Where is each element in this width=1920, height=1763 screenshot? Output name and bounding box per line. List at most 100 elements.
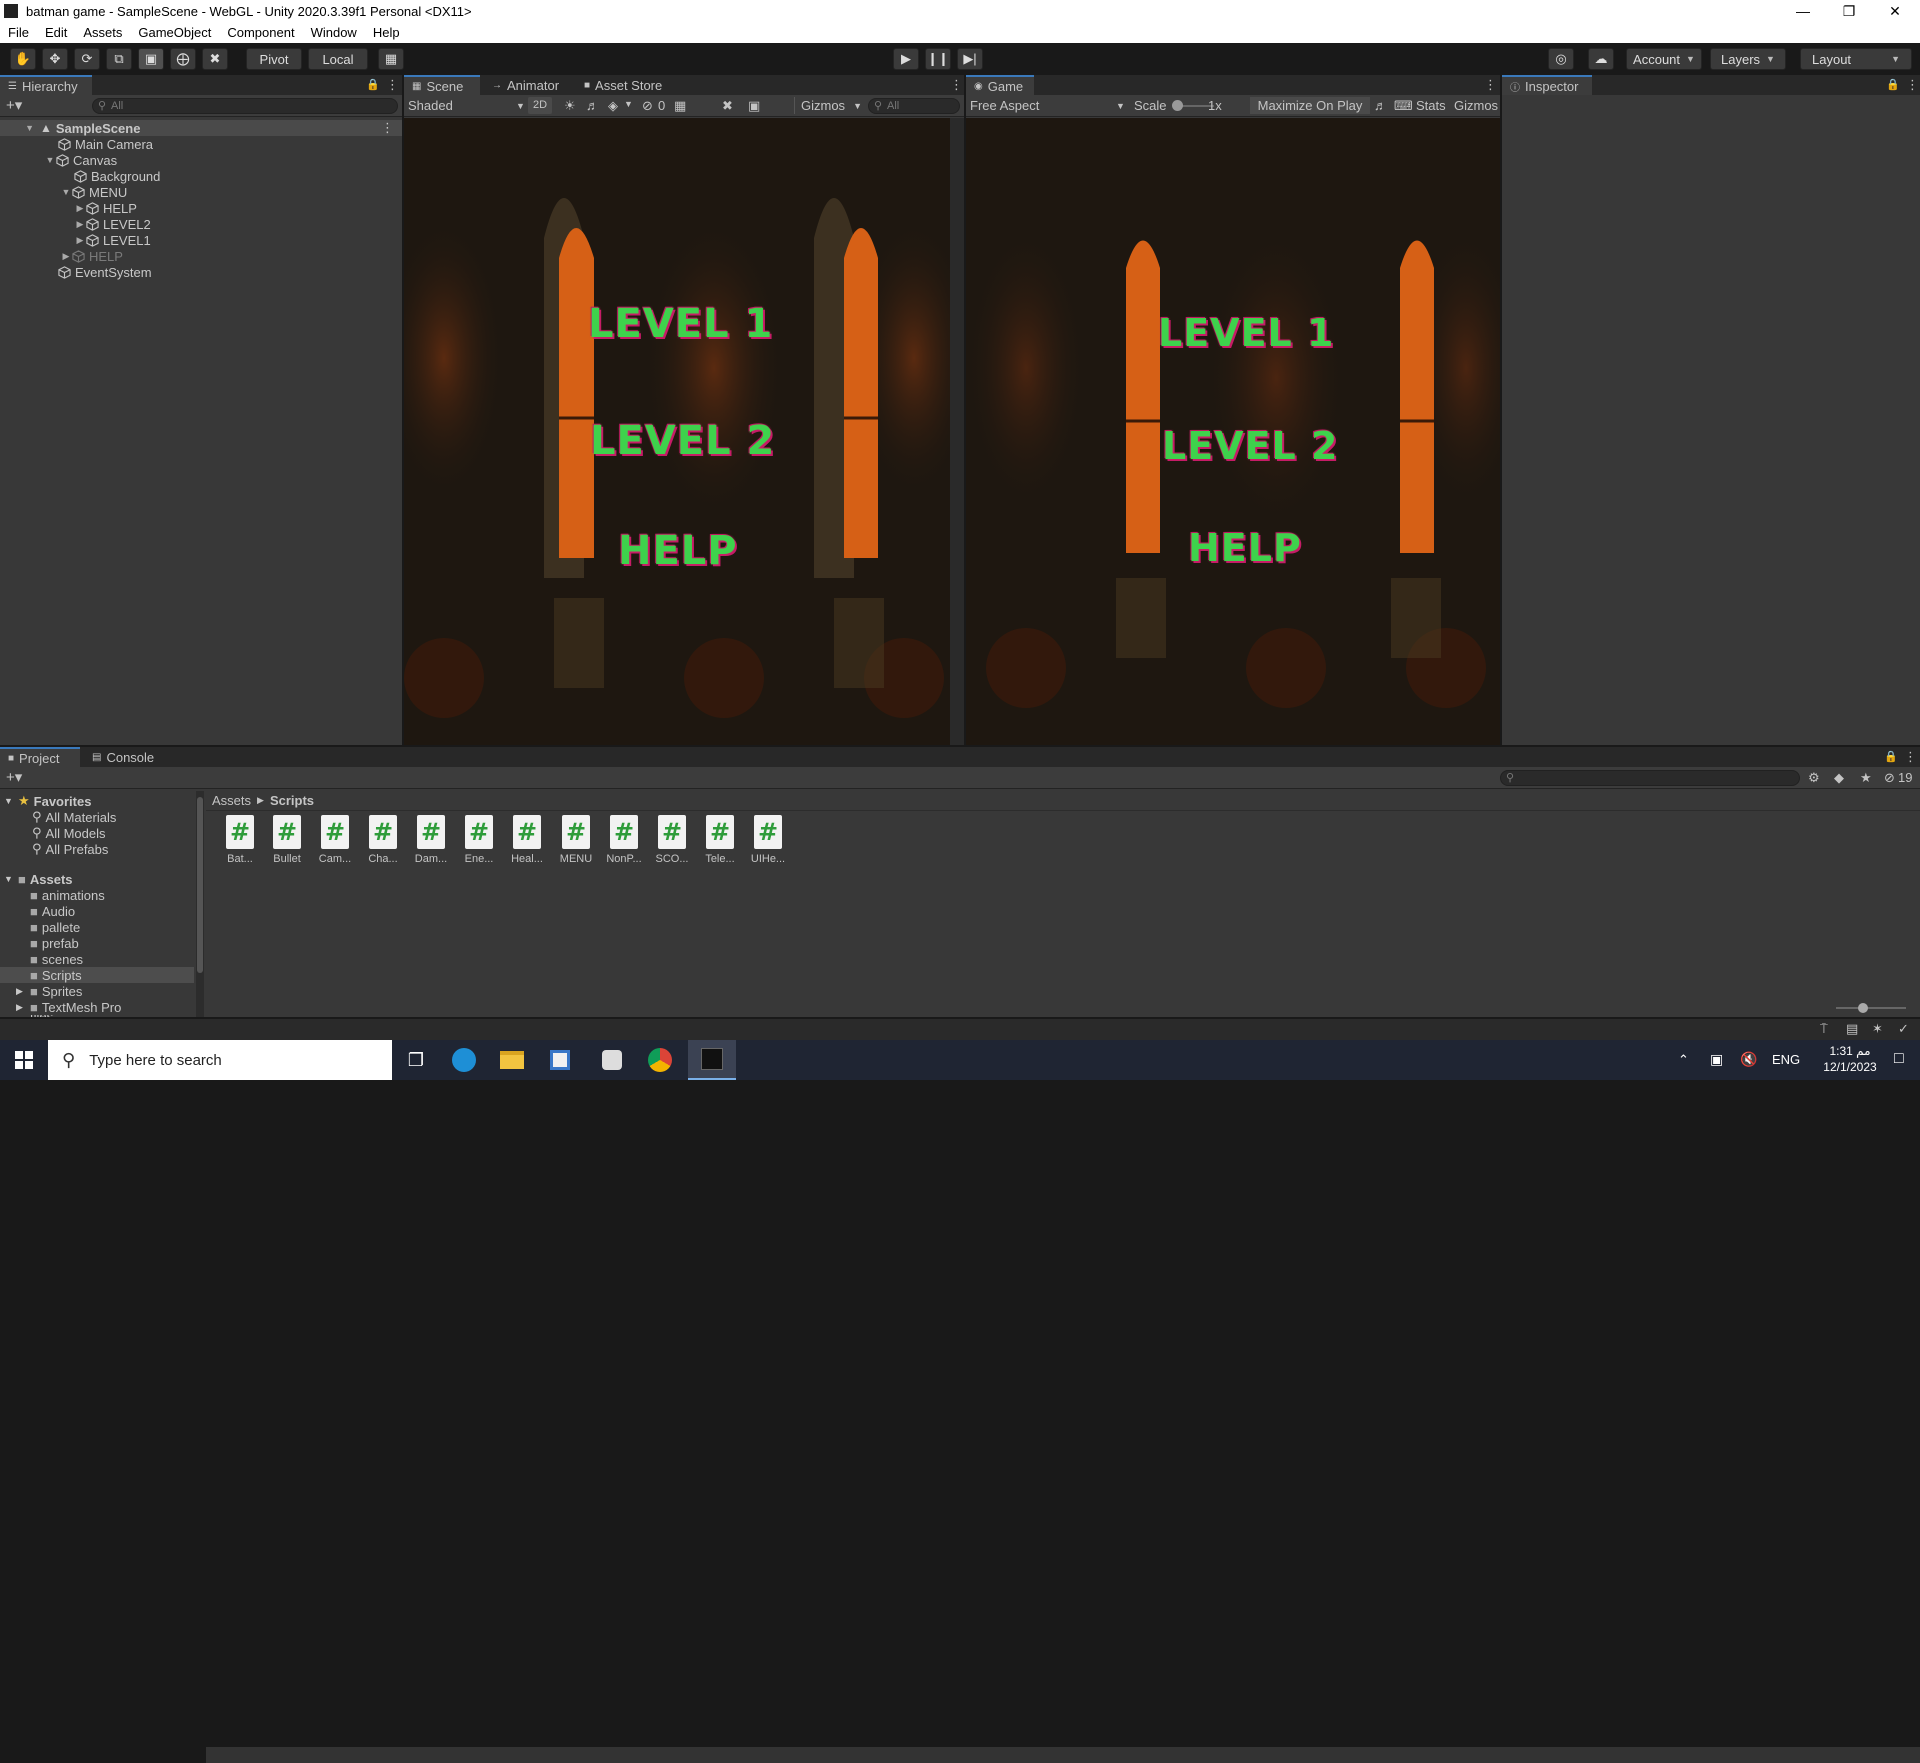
script-asset[interactable]: # Heal... [505,815,549,865]
windows-start-button[interactable] [0,1040,48,1080]
expand-arrow-icon[interactable]: ▼ [0,123,34,133]
microsoft-store-icon[interactable] [536,1040,584,1080]
menu-assets[interactable]: Assets [75,25,130,40]
favorites-star-icon[interactable]: ★ [1860,770,1872,786]
tab-hierarchy[interactable]: ☰ Hierarchy [0,75,92,95]
menu-help[interactable]: Help [365,25,408,40]
scene-viewport[interactable]: LEVEL 1 LEVEL 2 HELP [404,118,950,745]
show-hidden-icons-chevron[interactable]: ⌃ [1678,1052,1689,1068]
tree-row-main-camera[interactable]: Main Camera [58,136,153,152]
lock-icon[interactable]: 🔒 [366,78,380,91]
tab-project[interactable]: ■ Project [0,747,80,767]
tab-inspector[interactable]: ⓘ Inspector [1502,75,1592,95]
chrome-browser-icon[interactable] [636,1040,684,1080]
check-circle-icon[interactable]: ✓ [1898,1021,1909,1037]
lighting-icon[interactable]: ☀ [564,98,576,114]
script-asset[interactable]: # Tele... [698,815,742,865]
more-options-icon[interactable]: ⋮ [1484,77,1497,93]
shading-dropdown[interactable]: Shaded ▼ [408,97,528,114]
tree-row-samplescene[interactable]: ▼ ▲ SampleScene ⋮ [0,120,402,136]
grid-snap-icon[interactable]: ▦ [378,48,404,70]
game-viewport[interactable]: LEVEL 1 LEVEL 2 HELP [966,118,1500,745]
lock-icon[interactable]: 🔒 [1884,750,1898,763]
pivot-button[interactable]: Pivot [246,48,302,70]
mute-audio-icon[interactable]: ♬ [1374,98,1387,113]
tab-scene[interactable]: ▦ Scene [404,75,480,95]
cloud-icon[interactable]: ☁ [1588,48,1614,70]
scrollbar-thumb[interactable] [197,797,203,973]
folder-item[interactable]: ▶ ■ TextMesh Pro [16,999,121,1015]
icon-size-slider[interactable] [1836,1007,1906,1009]
folder-item[interactable]: ■ animations [30,887,105,903]
more-options-icon[interactable]: ⋮ [950,77,963,93]
icon-size-slider-handle[interactable] [1858,1003,1868,1013]
language-indicator[interactable]: ENG [1772,1052,1800,1067]
gizmos-dropdown[interactable]: Gizmos ▼ [794,97,862,114]
scene-scrollbar[interactable] [950,118,964,745]
maximize-on-play-button[interactable]: Maximize On Play [1250,97,1370,114]
minimize-button[interactable]: — [1780,0,1826,22]
auto-generate-lighting-icon[interactable]: ✶ [1872,1021,1883,1037]
toggle-2d-button[interactable]: 2D [528,97,552,114]
favorite-item[interactable]: ⚲ All Models [32,825,106,841]
audio-icon[interactable]: ♬ [586,98,599,113]
hand-tool-icon[interactable]: ✋ [10,48,36,70]
local-button[interactable]: Local [308,48,368,70]
create-asset-icon[interactable]: +▾ [6,768,22,786]
collapse-arrow-icon[interactable]: ▶ [16,1002,30,1013]
favorite-item[interactable]: ⚲ All Prefabs [32,841,108,857]
script-asset[interactable]: # Dam... [409,815,453,865]
scale-slider-handle[interactable] [1172,100,1183,111]
game-gizmos-button[interactable]: Gizmos [1454,98,1498,113]
grid-toggle-icon[interactable]: ▦ [674,98,686,114]
favorites-header[interactable]: ▼ ★ Favorites [4,793,91,809]
tree-row-background[interactable]: Background [74,168,160,184]
camera-icon[interactable]: ▣ [748,98,760,114]
edge-browser-icon[interactable] [440,1040,488,1080]
assets-header[interactable]: ▼ ■ Assets [4,871,73,887]
file-explorer-icon[interactable] [488,1040,536,1080]
tree-row-menu[interactable]: ▼ MENU [60,184,128,200]
tools-icon[interactable]: ✖ [722,98,733,114]
cache-server-icon[interactable]: ▤ [1846,1021,1858,1037]
more-options-icon[interactable]: ⋮ [1906,77,1919,93]
volume-muted-icon[interactable]: 🔇 [1740,1051,1757,1068]
layout-dropdown[interactable]: Layout ▼ [1800,48,1912,70]
breadcrumb-assets[interactable]: Assets [212,793,251,808]
collapse-arrow-icon[interactable]: ▶ [74,235,86,246]
tab-console[interactable]: ▤ Console [84,747,162,767]
aspect-dropdown[interactable]: Free Aspect ▼ [970,97,1128,114]
collapse-arrow-icon[interactable]: ▶ [74,219,86,230]
clock[interactable]: 1:31 مم 12/1/2023 [1812,1042,1888,1078]
tree-row-help[interactable]: ▶ HELP [74,200,137,216]
tree-row-level2[interactable]: ▶ LEVEL2 [74,216,151,232]
folder-item[interactable]: ■ prefab [30,935,79,951]
rotate-tool-icon[interactable]: ⟳ [74,48,100,70]
menu-file[interactable]: File [0,25,37,40]
scene-search-input[interactable]: ⚲ All [868,98,960,114]
hidden-packages-icon[interactable]: ⊘ [1884,770,1895,786]
keyboard-icon[interactable]: ⌨ [1394,98,1413,114]
unity-hub-icon[interactable] [588,1040,636,1080]
script-asset[interactable]: # SCO... [650,815,694,865]
tree-row-level1[interactable]: ▶ LEVEL1 [74,232,151,248]
effects-icon[interactable]: ◈ [608,98,618,114]
script-asset[interactable]: # Bullet [265,815,309,865]
more-options-icon[interactable]: ⋮ [386,77,399,93]
close-button[interactable]: ✕ [1872,0,1918,22]
tree-row-help-disabled[interactable]: ▶ HELP [60,248,123,264]
scale-tool-icon[interactable]: ⧉ [106,48,132,70]
menu-edit[interactable]: Edit [37,25,75,40]
script-asset[interactable]: # Ene... [457,815,501,865]
search-by-label-icon[interactable]: ◆ [1834,770,1844,786]
script-asset[interactable]: # NonP... [602,815,646,865]
script-asset[interactable]: # UIHe... [746,815,790,865]
menu-component[interactable]: Component [219,25,302,40]
tab-asset-store[interactable]: ■ Asset Store [576,75,670,95]
taskbar-search-box[interactable]: ⚲ Type here to search [48,1040,392,1080]
hierarchy-search-input[interactable]: ⚲ All [92,98,398,114]
restore-button[interactable]: ❐ [1826,0,1872,22]
chevron-down-icon[interactable]: ▼ [624,99,633,109]
account-dropdown[interactable]: Account ▼ [1626,48,1702,70]
folder-item[interactable]: ■ scenes [30,951,83,967]
